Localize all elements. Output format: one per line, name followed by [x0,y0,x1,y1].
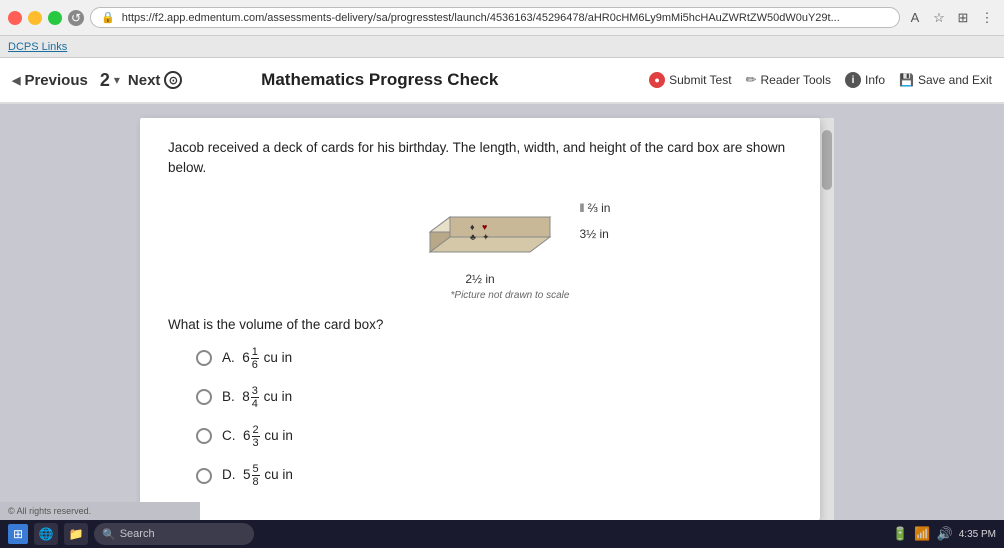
info-label: Info [865,73,885,87]
browser-minimize[interactable] [28,11,42,25]
nav-bar: Previous 2 ▾ Next ⊙ Mathematics Progress… [0,58,1004,104]
browser-close[interactable] [8,11,22,25]
volume-prompt: What is the volume of the card box? [168,317,792,332]
card-box-diagram: ♦ ♥ ♣ ✦ ‖ ⅔ in 3½ in 2½ i [228,197,792,301]
option-d-label: D. 558 cu in [222,463,293,488]
taskbar-folder-icon[interactable]: 📁 [64,523,88,545]
browser-maximize[interactable] [48,11,62,25]
browser-action-icons: A ☆ ⊞ ⋮ [906,9,996,27]
svg-text:♥: ♥ [482,222,487,232]
radio-c[interactable] [196,428,212,444]
previous-button[interactable]: Previous [12,72,96,89]
submit-icon: ● [649,72,665,88]
info-button[interactable]: i Info [845,72,885,88]
save-label: Save and Exit [918,73,992,87]
option-d[interactable]: D. 558 cu in [168,463,792,488]
option-c[interactable]: C. 623 cu in [168,424,792,449]
dcps-links[interactable]: DCPS Links [8,41,67,53]
svg-text:✦: ✦ [482,232,490,242]
wifi-icon: 📶 [914,526,930,542]
reader-label: Reader Tools [760,73,831,87]
windows-icon: ⊞ [13,527,23,541]
scroll-bar[interactable] [820,118,834,520]
nav-right-actions: ● Submit Test ✏ Reader Tools i Info 💾 Sa… [649,72,992,88]
svg-text:♣: ♣ [470,232,476,242]
browser-chrome: ↺ 🔒 https://f2.app.edmentum.com/assessme… [0,0,1004,36]
card-box-svg: ♦ ♥ ♣ ✦ [410,197,570,282]
save-exit-button[interactable]: 💾 Save and Exit [899,73,992,87]
info-icon: i [845,72,861,88]
volume-icon: 🔊 [937,526,953,542]
battery-icon: 🔋 [892,526,908,542]
menu-icon[interactable]: ⋮ [978,9,996,27]
browser-taskbar-icon: 🌐 [39,527,54,541]
option-c-label: C. 623 cu in [222,424,293,449]
extensions-icon[interactable]: ⊞ [954,9,972,27]
svg-text:♦: ♦ [470,222,475,232]
browser-reload-button[interactable]: ↺ [68,10,84,26]
taskbar-search-bar[interactable]: 🔍 Search [94,523,254,545]
option-b-label: B. 834 cu in [222,385,292,410]
submit-test-button[interactable]: ● Submit Test [649,72,731,88]
reader-tools-button[interactable]: ✏ Reader Tools [746,72,831,88]
scroll-thumb[interactable] [822,130,832,190]
address-bar[interactable]: 🔒 https://f2.app.edmentum.com/assessment… [90,7,900,28]
bookmark-icon[interactable]: ☆ [930,9,948,27]
submit-label: Submit Test [669,73,731,87]
taskbar: ⊞ 🌐 📁 🔍 Search 🔋 📶 🔊 4:35 PM [0,520,1004,548]
option-a-label: A. 616 cu in [222,346,292,371]
question-panel: Jacob received a deck of cards for his b… [140,118,820,520]
main-content-area: Jacob received a deck of cards for his b… [0,104,1004,520]
page-title: Mathematics Progress Check [110,70,649,90]
copyright-text: © All rights reserved. [8,506,91,516]
diagram-caption: *Picture not drawn to scale [451,290,570,301]
taskbar-browser-icon[interactable]: 🌐 [34,523,58,545]
search-icon: 🔍 [102,528,116,541]
save-icon: 💾 [899,73,914,87]
start-button[interactable]: ⊞ [8,524,28,544]
reload-icon: ↺ [71,11,81,25]
question-intro: Jacob received a deck of cards for his b… [168,138,792,179]
option-b[interactable]: B. 834 cu in [168,385,792,410]
previous-label: Previous [24,72,87,89]
clock: 4:35 PM [959,529,996,540]
taskbar-right: 🔋 📶 🔊 4:35 PM [892,526,996,542]
height-dimension: ‖ ⅔ in [580,201,611,215]
links-bar: DCPS Links [0,36,1004,58]
profile-icon[interactable]: A [906,9,924,27]
folder-icon: 📁 [69,527,84,541]
copyright-bar: © All rights reserved. [0,502,200,520]
reader-icon: ✏ [746,72,757,88]
search-placeholder: Search [120,528,155,540]
radio-d[interactable] [196,468,212,484]
width-dimension: 3½ in [580,227,611,241]
radio-b[interactable] [196,389,212,405]
radio-a[interactable] [196,350,212,366]
option-a[interactable]: A. 616 cu in [168,346,792,371]
url-text: https://f2.app.edmentum.com/assessments-… [122,12,840,24]
